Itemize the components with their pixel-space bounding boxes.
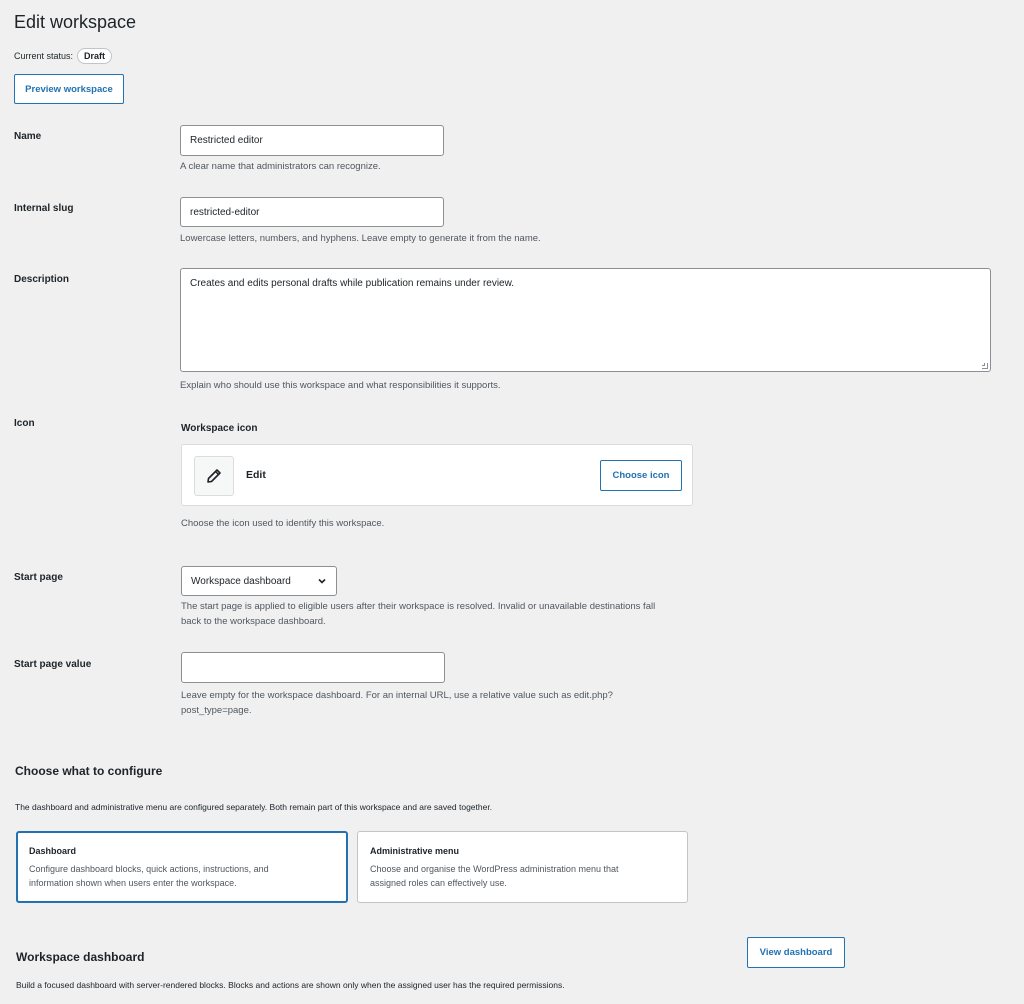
admin-menu-option-desc: Choose and organise the WordPress admini… <box>370 864 619 888</box>
slug-label: Internal slug <box>14 203 74 214</box>
view-dashboard-button[interactable]: View dashboard <box>747 937 845 968</box>
configure-heading: Choose what to configure <box>15 764 163 778</box>
icon-label: Icon <box>14 418 35 429</box>
start-page-help-line1: The start page is applied to eligible us… <box>181 601 656 612</box>
description-textarea[interactable]: Creates and edits personal drafts while … <box>180 268 991 372</box>
name-help: A clear name that administrators can rec… <box>180 161 381 172</box>
start-page-select[interactable]: Workspace dashboard <box>181 566 337 596</box>
slug-help: Lowercase letters, numbers, and hyphens.… <box>180 233 541 244</box>
workspace-dashboard-heading: Workspace dashboard <box>16 950 145 964</box>
start-page-selected: Workspace dashboard <box>191 575 291 587</box>
description-text: Creates and edits personal drafts while … <box>190 278 515 289</box>
name-input[interactable]: Restricted editor <box>180 125 444 156</box>
start-page-value-help-line2: post_type=page. <box>181 705 252 716</box>
start-page-value-label: Start page value <box>14 659 92 670</box>
dashboard-option-desc: Configure dashboard blocks, quick action… <box>29 864 269 888</box>
dashboard-option-card[interactable]: Dashboard Configure dashboard blocks, qu… <box>16 831 348 903</box>
status-badge: Draft <box>77 48 113 64</box>
pencil-icon <box>194 456 234 496</box>
start-page-value-input[interactable] <box>181 652 445 683</box>
dashboard-option-title: Dashboard <box>29 846 77 856</box>
admin-menu-option-card[interactable]: Administrative menu Choose and organise … <box>357 831 688 903</box>
name-label: Name <box>14 131 42 142</box>
status-line: Current status: Draft <box>14 48 113 64</box>
workspace-dashboard-intro: Build a focused dashboard with server-re… <box>16 980 565 990</box>
start-page-help-line2: back to the workspace dashboard. <box>181 616 326 627</box>
admin-menu-option-title: Administrative menu <box>370 846 460 856</box>
description-label: Description <box>14 274 70 285</box>
icon-name: Edit <box>246 469 266 481</box>
status-label: Current status: <box>14 51 74 61</box>
icon-card: Edit Choose icon <box>181 444 693 506</box>
start-page-value-help: Leave empty for the workspace dashboard.… <box>181 688 613 718</box>
preview-workspace-button[interactable]: Preview workspace <box>14 74 124 104</box>
chevron-down-icon <box>318 578 326 584</box>
start-page-help: The start page is applied to eligible us… <box>181 599 655 629</box>
workspace-icon-label: Workspace icon <box>181 423 258 434</box>
slug-input[interactable]: restricted-editor <box>180 197 444 227</box>
description-help: Explain who should use this workspace an… <box>180 380 501 391</box>
start-page-value-help-line1: Leave empty for the workspace dashboard.… <box>181 690 613 701</box>
configure-intro: The dashboard and administrative menu ar… <box>15 802 493 812</box>
start-page-label: Start page <box>14 572 63 583</box>
page-title: Edit workspace <box>14 12 137 32</box>
resize-handle[interactable] <box>982 363 988 369</box>
icon-help: Choose the icon used to identify this wo… <box>181 518 385 529</box>
choose-icon-button[interactable]: Choose icon <box>600 460 682 491</box>
